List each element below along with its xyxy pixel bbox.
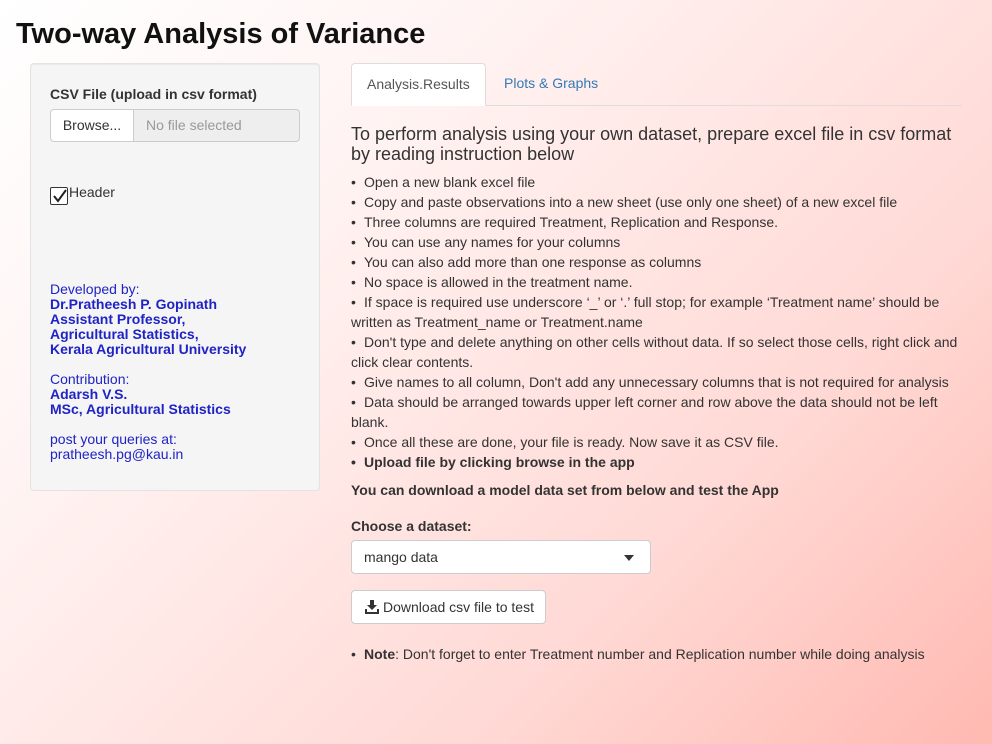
developer-line: Dr.Pratheesh P. Gopinath — [50, 296, 218, 312]
file-name-field: No file selected — [134, 109, 300, 142]
csv-file-label: CSV File (upload in csv format) — [50, 86, 257, 102]
download-hint: You can download a model data set from b… — [351, 482, 779, 498]
list-item: Give names to all column, Don't add any … — [351, 372, 966, 392]
credits: Developed by: Dr.Pratheesh P. Gopinath A… — [50, 282, 246, 462]
note-text: Note: Don't forget to enter Treatment nu… — [351, 646, 966, 662]
developer-line: Kerala Agricultural University — [50, 341, 247, 357]
browse-button[interactable]: Browse... — [50, 109, 134, 142]
list-item: Three columns are required Treatment, Re… — [351, 212, 966, 232]
download-csv-button[interactable]: Download csv file to test — [351, 590, 546, 624]
list-item: You can also add more than one response … — [351, 252, 966, 272]
header-checkbox-row[interactable]: Header — [50, 184, 115, 205]
list-item: Upload file by clicking browse in the ap… — [351, 452, 966, 472]
intro-text: To perform analysis using your own datas… — [351, 124, 952, 164]
main-content: To perform analysis using your own datas… — [351, 124, 966, 662]
checkmark-icon — [53, 189, 67, 203]
list-item: If space is required use underscore ‘_’ … — [351, 292, 966, 332]
developed-by-label: Developed by: — [50, 281, 140, 297]
email-text: pratheesh.pg@kau.in — [50, 446, 184, 462]
tab-bar: Analysis.Results Plots & Graphs — [351, 63, 962, 106]
list-item: Once all these are done, your file is re… — [351, 432, 966, 452]
sidebar-panel: CSV File (upload in csv format) Browse..… — [30, 63, 320, 491]
tab-analysis-results[interactable]: Analysis.Results — [351, 63, 486, 106]
list-item: Don't type and delete anything on other … — [351, 332, 966, 372]
contribution-label: Contribution: — [50, 371, 130, 387]
list-item: Open a new blank excel file — [351, 172, 966, 192]
page-title: Two-way Analysis of Variance — [16, 18, 426, 50]
header-checkbox[interactable] — [50, 187, 68, 205]
list-item: Data should be arranged towards upper le… — [351, 392, 966, 432]
header-checkbox-label: Header — [69, 184, 115, 200]
instruction-list: Open a new blank excel file Copy and pas… — [351, 172, 966, 472]
dataset-select[interactable]: mango data — [351, 540, 651, 574]
contributor-line: Adarsh V.S. — [50, 386, 128, 402]
note-label: Note — [364, 646, 396, 662]
note-body: : Don't forget to enter Treatment number… — [395, 646, 925, 662]
list-item: No space is allowed in the treatment nam… — [351, 272, 966, 292]
download-icon — [365, 600, 379, 614]
developer-line: Assistant Professor, — [50, 311, 186, 327]
csv-file-input[interactable]: Browse... No file selected — [50, 109, 300, 142]
contributor-line: MSc, Agricultural Statistics — [50, 401, 231, 417]
list-item: You can use any names for your columns — [351, 232, 966, 252]
download-button-label: Download csv file to test — [383, 599, 534, 615]
choose-dataset-label: Choose a dataset: — [351, 518, 472, 534]
list-item: Copy and paste observations into a new s… — [351, 192, 966, 212]
queries-label: post your queries at: — [50, 431, 177, 447]
caret-down-icon — [624, 555, 634, 561]
dataset-selected-value: mango data — [364, 549, 438, 565]
tab-plots-graphs[interactable]: Plots & Graphs — [489, 63, 613, 105]
developer-line: Agricultural Statistics, — [50, 326, 199, 342]
